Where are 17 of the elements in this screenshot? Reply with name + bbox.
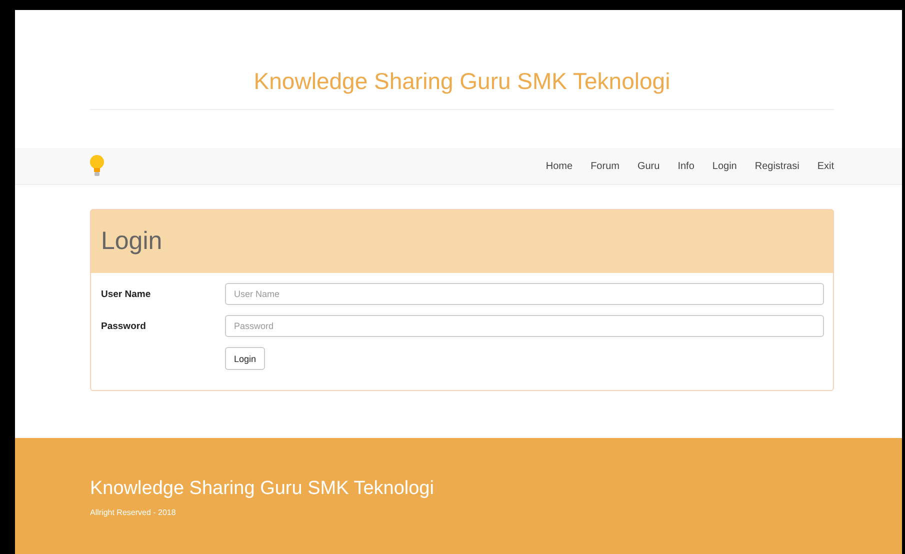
field-label: Password [101,320,147,332]
input-field[interactable]: Password [225,315,824,337]
nav-link[interactable]: Home [546,160,573,172]
footer-title: Knowledge Sharing Guru SMK Teknologi [90,478,435,500]
copyright-text: Allright Reserved - 2018 [90,508,177,517]
login-button[interactable]: Login [225,347,266,370]
nav-link[interactable]: Forum [590,160,620,172]
field-label: User Name [101,288,152,300]
nav-link[interactable]: Login [712,160,737,172]
lightbulb-icon [90,154,104,178]
nav-link[interactable]: Info [678,160,694,172]
panel-title: Login [101,227,162,256]
input-field[interactable]: User Name [225,283,824,305]
nav-link[interactable]: Registrasi [754,160,800,172]
nav-link[interactable]: Guru [637,160,660,172]
nav-link[interactable]: Exit [817,160,834,172]
site-title: Knowledge Sharing Guru SMK Teknologi [252,68,672,95]
